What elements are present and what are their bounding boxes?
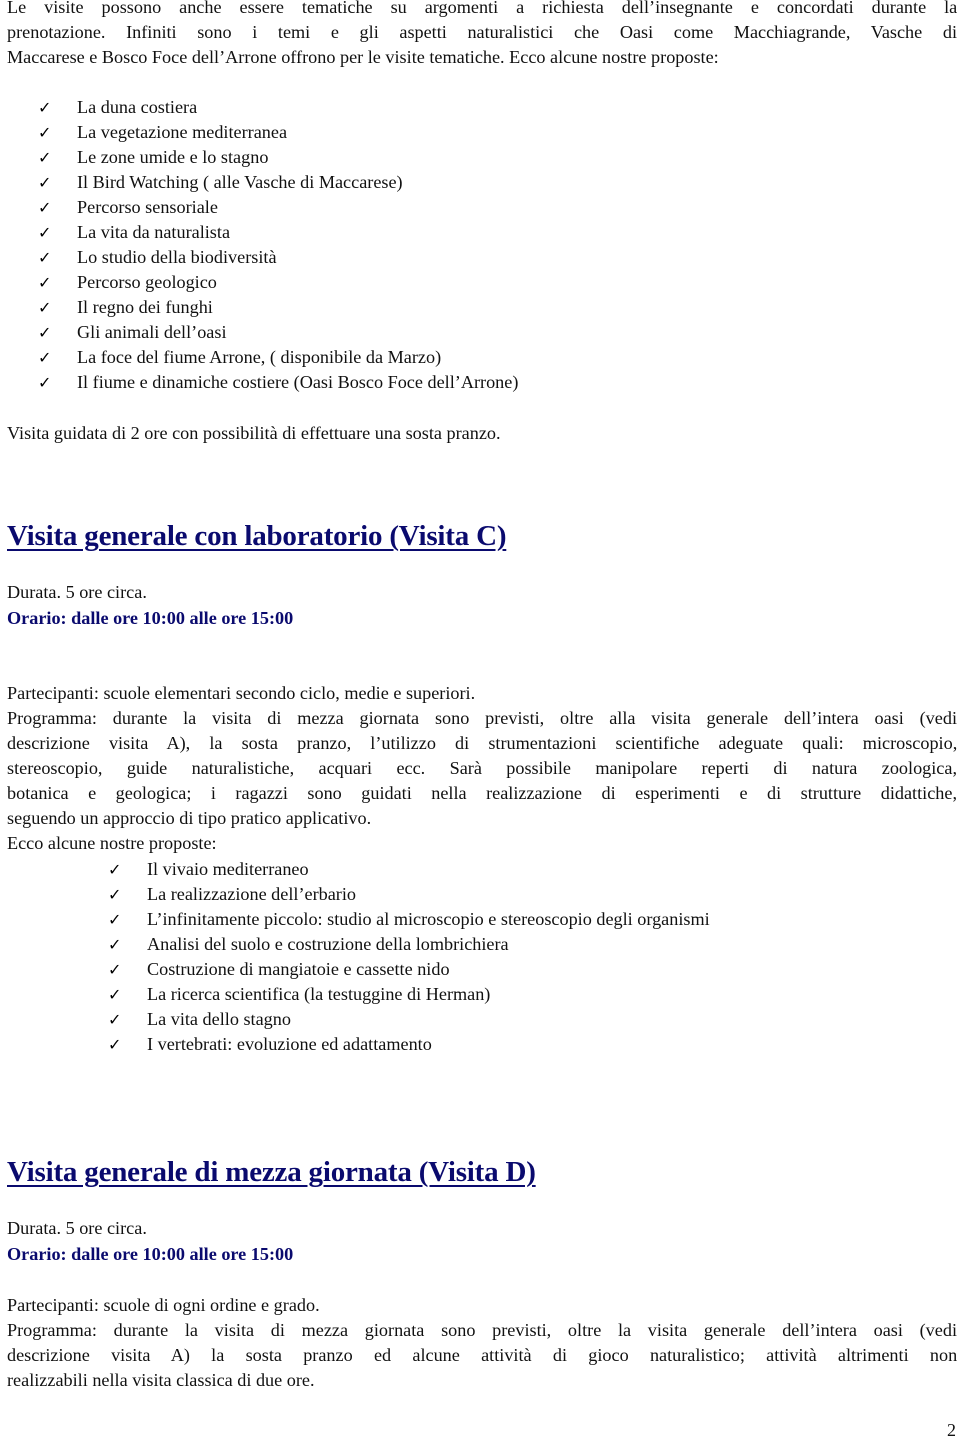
- participants-text: Partecipanti: scuole elementari secondo …: [7, 683, 476, 703]
- intro-line: prenotazione. Infiniti sono i temi e gli…: [7, 22, 957, 42]
- checkmark-icon: ✓: [38, 223, 52, 242]
- program-paragraph: Programma: durante la visita di mezza gi…: [7, 1318, 957, 1393]
- checkmark-icon: ✓: [38, 198, 52, 217]
- guided-visit-note: Visita guidata di 2 ore con possibilità …: [7, 423, 501, 443]
- checkmark-icon: ✓: [38, 273, 52, 292]
- duration-text: Durata. 5 ore circa.: [7, 582, 147, 602]
- checkmark-icon: ✓: [38, 123, 52, 142]
- schedule-text: Orario: dalle ore 10:00 alle ore 15:00: [7, 608, 294, 628]
- duration-text: Durata. 5 ore circa.: [7, 1218, 147, 1238]
- checkmark-icon: ✓: [38, 148, 52, 167]
- checkmark-icon: ✓: [38, 98, 52, 117]
- checkmark-icon: ✓: [108, 1010, 122, 1029]
- page-number: 2: [947, 1420, 956, 1440]
- program-line: descrizione visita A), la sosta pranzo, …: [7, 733, 958, 753]
- schedule-text: Orario: dalle ore 10:00 alle ore 15:00: [7, 1244, 294, 1264]
- checkmark-icon: ✓: [108, 885, 122, 904]
- checkmark-icon: ✓: [38, 298, 52, 317]
- program-line: Programma: durante la visita di mezza gi…: [7, 708, 957, 728]
- proposals-intro: Ecco alcune nostre proposte:: [7, 833, 217, 853]
- checkmark-icon: ✓: [108, 1035, 122, 1054]
- section-heading-visit-d: Visita generale di mezza giornata (Visit…: [7, 1156, 536, 1188]
- intro-paragraph: Le visite possono anche essere tematiche…: [7, 0, 957, 70]
- checkmark-icon: ✓: [108, 860, 122, 879]
- program-paragraph: Programma: durante la visita di mezza gi…: [7, 706, 957, 831]
- program-line: seguendo un approccio di tipo pratico ap…: [7, 808, 372, 828]
- checkmark-icon: ✓: [38, 348, 52, 367]
- checkmark-icon: ✓: [38, 248, 52, 267]
- program-line: descrizione visita A) la sosta pranzo ed…: [7, 1345, 958, 1365]
- program-line: Programma: durante la visita di mezza gi…: [7, 1320, 957, 1340]
- checkmark-icon: ✓: [38, 373, 52, 392]
- checkmark-icon: ✓: [108, 985, 122, 1004]
- program-line: stereoscopio, guide naturalistiche, acqu…: [7, 758, 957, 778]
- section-heading-visit-c: Visita generale con laboratorio (Visita …: [7, 520, 507, 552]
- checkmark-icon: ✓: [108, 960, 122, 979]
- checkmark-icon: ✓: [38, 173, 52, 192]
- intro-line: Le visite possono anche essere tematiche…: [7, 0, 958, 17]
- program-line: botanica e geologica; i ragazzi sono gui…: [7, 783, 957, 803]
- checkmark-icon: ✓: [38, 323, 52, 342]
- program-line: realizzabili nella visita classica di du…: [7, 1370, 315, 1390]
- participants-text: Partecipanti: scuole di ogni ordine e gr…: [7, 1295, 320, 1315]
- intro-line: Maccarese e Bosco Foce dell’Arrone offro…: [7, 47, 719, 67]
- checkmark-icon: ✓: [108, 910, 122, 929]
- checkmark-icon: ✓: [108, 935, 122, 954]
